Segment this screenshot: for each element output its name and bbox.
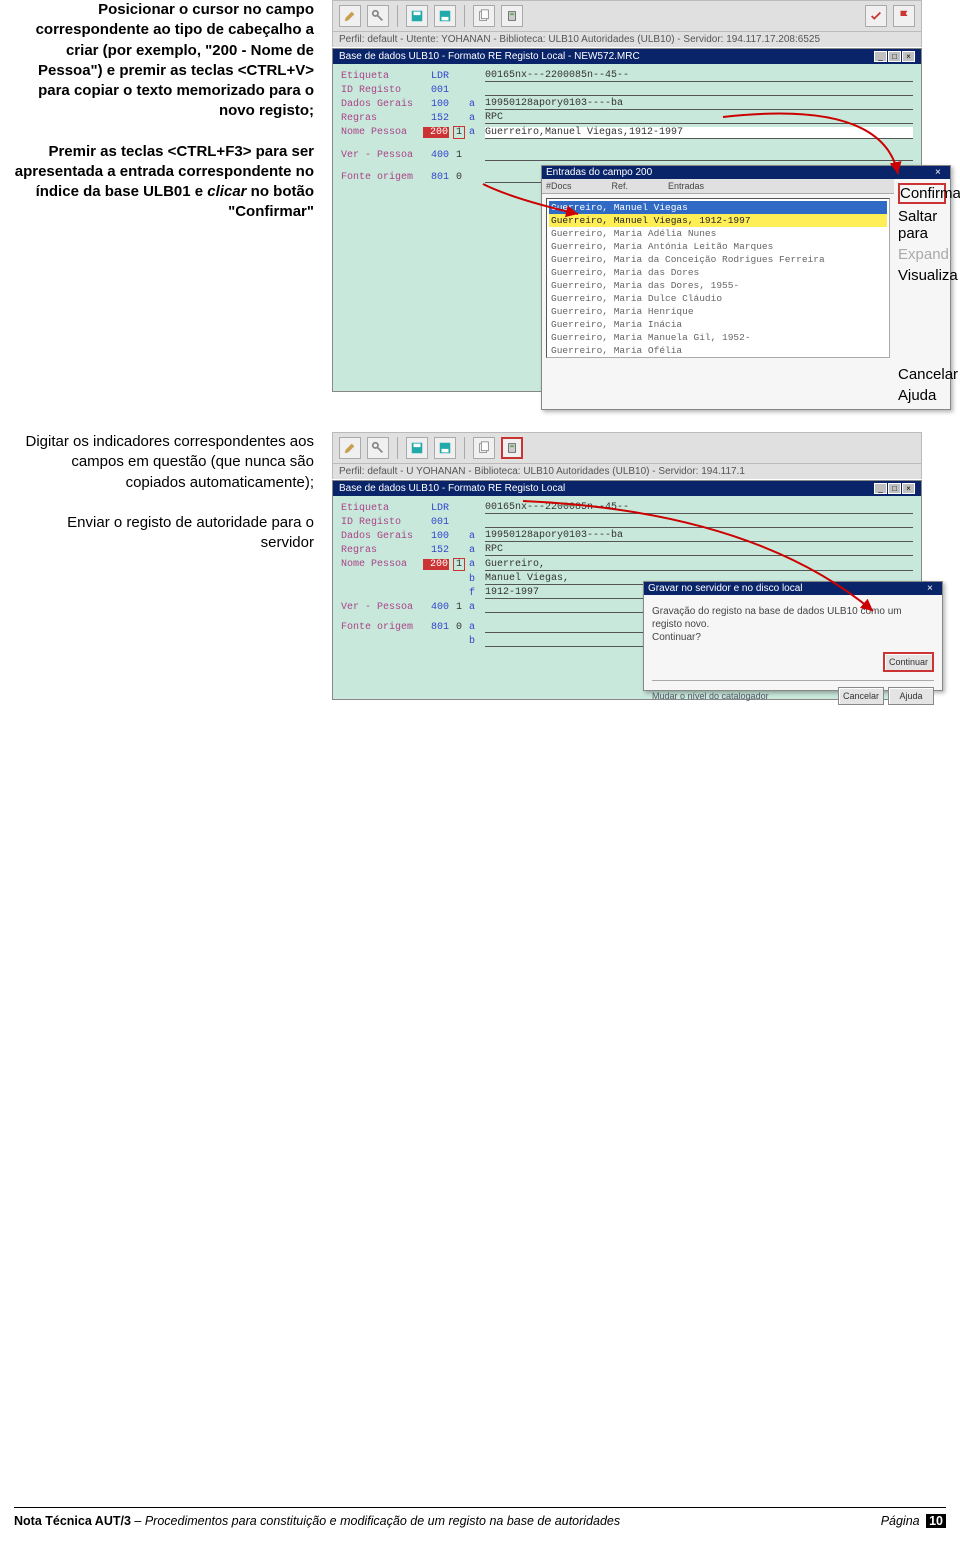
field-row-etiqueta: EtiquetaLDR00165nx---2200085n--45--: [341, 70, 913, 82]
instruction-2b-italic: clicar: [207, 183, 246, 200]
index-entries-window: Entradas do campo 200 × #Docs Ref. Entra…: [541, 165, 951, 410]
minimize-icon[interactable]: _: [874, 51, 887, 62]
mudar-nivel-link[interactable]: Mudar o nível do catalogador: [652, 691, 769, 701]
instruction-paragraph-3: Digitar os indicadores correspondentes a…: [14, 432, 314, 493]
confirmar-button[interactable]: Confirmar: [898, 183, 946, 204]
toolbar: [332, 0, 922, 32]
list-item[interactable]: Guerreiro, Maria das Dores: [549, 266, 887, 279]
field-row-dados: Dados Gerais100a19950128apory0103----ba: [341, 98, 913, 110]
field-row-etiqueta: EtiquetaLDR00165nx---2200085n--45--: [341, 502, 913, 514]
header-bar: Perfil: default - U YOHANAN - Biblioteca…: [332, 464, 922, 479]
window-titlebar: Base de dados ULB10 - Formato RE Registo…: [333, 49, 921, 64]
footer-page-number: 10: [926, 1514, 946, 1528]
close-icon[interactable]: ×: [935, 167, 946, 177]
window-title: Base de dados ULB10 - Formato RE Registo…: [339, 483, 565, 494]
save-local-icon[interactable]: [434, 437, 456, 459]
minimize-icon[interactable]: _: [874, 483, 887, 494]
key-icon[interactable]: [367, 437, 389, 459]
list-item[interactable]: Guerreiro, Maria Manuela Gil, 1952-: [549, 331, 887, 344]
server-icon[interactable]: [501, 5, 523, 27]
brush-icon[interactable]: [339, 5, 361, 27]
dialog-title: Gravar no servidor e no disco local: [648, 583, 803, 594]
ajuda-button[interactable]: Ajuda: [888, 687, 934, 705]
instruction-paragraph-4: Enviar o registo de autoridade para o se…: [14, 513, 314, 554]
hdr-docs: #Docs: [546, 181, 572, 191]
window-title: Base de dados ULB10 - Formato RE Registo…: [339, 51, 640, 62]
close-icon[interactable]: ×: [902, 483, 915, 494]
close-icon[interactable]: ×: [902, 51, 915, 62]
subwindow-titlebar: Entradas do campo 200 ×: [542, 166, 950, 179]
field-row-dados: Dados Gerais100a19950128apory0103----ba: [341, 530, 913, 542]
copy-icon[interactable]: [473, 5, 495, 27]
page-footer: Nota Técnica AUT/3 – Procedimentos para …: [14, 1507, 946, 1528]
flag-icon[interactable]: [893, 5, 915, 27]
screenshot-2: Perfil: default - U YOHANAN - Biblioteca…: [332, 432, 922, 700]
save-local-icon[interactable]: [434, 5, 456, 27]
hdr-entradas: Entradas: [668, 181, 704, 191]
screenshot-1: Perfil: default - Utente: YOHANAN - Bibl…: [332, 0, 922, 392]
subwindow-headers: #Docs Ref. Entradas: [542, 179, 894, 194]
list-item[interactable]: Guerreiro, Maria da Conceição Rodrigues …: [549, 253, 887, 266]
index-list[interactable]: Guerreiro, Manuel Viegas Guerreiro, Manu…: [546, 198, 890, 358]
save-dialog: Gravar no servidor e no disco local × Gr…: [643, 581, 943, 691]
hdr-ref: Ref.: [612, 181, 629, 191]
field-row-nome: Nome Pessoa2001aGuerreiro,Manuel Viegas,…: [341, 126, 913, 139]
server-send-icon[interactable]: [501, 437, 523, 459]
list-item[interactable]: Guerreiro, Maria Antónia Leitão Marques: [549, 240, 887, 253]
field-row-idregisto: ID Registo001: [341, 516, 913, 528]
footer-subtitle: – Procedimentos para constituição e modi…: [131, 1514, 620, 1528]
field-row-idregisto: ID Registo001: [341, 84, 913, 96]
cancelar-button[interactable]: Cancelar: [838, 687, 884, 705]
key-icon[interactable]: [367, 5, 389, 27]
ajuda-button[interactable]: Ajuda: [898, 387, 946, 404]
maximize-icon[interactable]: □: [888, 483, 901, 494]
instruction-paragraph-2: Premir as teclas <CTRL+F3> para ser apre…: [14, 142, 314, 223]
list-item[interactable]: Guerreiro, Maria Adélia Nunes: [549, 227, 887, 240]
visualizar-button[interactable]: Visualiza: [898, 267, 946, 284]
header-bar: Perfil: default - Utente: YOHANAN - Bibl…: [332, 32, 922, 47]
expandir-button[interactable]: Expand.: [898, 246, 946, 263]
continuar-button[interactable]: Continuar: [883, 652, 934, 672]
footer-page-label: Página: [881, 1514, 923, 1528]
toolbar: [332, 432, 922, 464]
check-icon[interactable]: [865, 5, 887, 27]
list-item[interactable]: Guerreiro, Maria Teresa: [549, 357, 887, 358]
list-item[interactable]: Guerreiro, Maria Inácia: [549, 318, 887, 331]
list-item[interactable]: Guerreiro, Maria Dulce Cláudio: [549, 292, 887, 305]
dialog-message: Gravação do registo na base de dados ULB…: [652, 605, 934, 644]
list-item[interactable]: Guerreiro, Maria das Dores, 1955-: [549, 279, 887, 292]
list-item[interactable]: Guerreiro, Manuel Viegas, 1912-1997: [549, 214, 887, 227]
field-row-regras: Regras152aRPC: [341, 544, 913, 556]
save-icon[interactable]: [406, 5, 428, 27]
window-titlebar: Base de dados ULB10 - Formato RE Registo…: [333, 481, 921, 496]
list-item[interactable]: Guerreiro, Maria Henrique: [549, 305, 887, 318]
dialog-titlebar: Gravar no servidor e no disco local ×: [644, 582, 942, 595]
field-row-regras: Regras152aRPC: [341, 112, 913, 124]
save-icon[interactable]: [406, 437, 428, 459]
instruction-paragraph-1: Posicionar o cursor no campo corresponde…: [14, 0, 314, 122]
field-row-ver: Ver - Pessoa4001: [341, 149, 913, 161]
maximize-icon[interactable]: □: [888, 51, 901, 62]
footer-title: Nota Técnica AUT/3: [14, 1514, 131, 1528]
list-item[interactable]: Guerreiro, Manuel Viegas: [549, 201, 887, 214]
cancelar-button[interactable]: Cancelar: [898, 366, 946, 383]
list-item[interactable]: Guerreiro, Maria Ofélia: [549, 344, 887, 357]
field-row-nome-a: Nome Pessoa2001aGuerreiro,: [341, 558, 913, 571]
brush-icon[interactable]: [339, 437, 361, 459]
subwindow-title: Entradas do campo 200: [546, 167, 652, 178]
saltar-button[interactable]: Saltar para: [898, 208, 946, 242]
copy-icon[interactable]: [473, 437, 495, 459]
close-icon[interactable]: ×: [927, 583, 938, 593]
